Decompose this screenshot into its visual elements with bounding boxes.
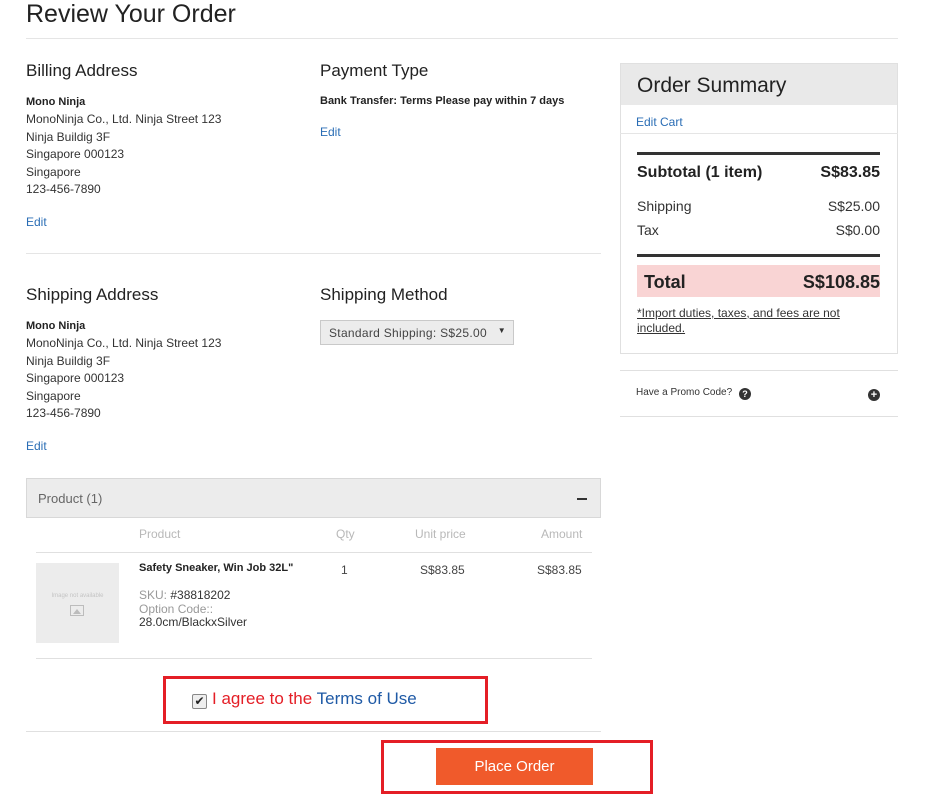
shipping-address-block: MonoNinja Co., Ltd. Ninja Street 123 Nin… [26,335,221,423]
shipping-method-value: Standard Shipping: S$25.00 [329,326,487,340]
product-section-label: Product (1) [38,491,103,506]
option-code-value: 28.0cm/BlackxSilver [139,615,248,629]
order-summary-heading: Order Summary [637,74,787,97]
total-label: Total [644,272,686,292]
image-placeholder-icon [70,605,84,616]
edit-cart-link[interactable]: Edit Cart [636,115,683,129]
billing-line: Singapore 000123 [26,147,125,161]
product-meta: SKU: #38818202 Option Code:: 28.0cm/Blac… [139,588,299,630]
thumbnail-text: Image not available [51,593,104,599]
shipping-edit-link[interactable]: Edit [26,439,47,453]
product-section-header[interactable]: Product (1) [26,478,601,518]
terms-prefix: I agree to the [212,689,317,708]
total-value: S$108.85 [802,272,880,292]
title-divider [26,38,898,39]
shipping-name: Mono Ninja [26,320,86,332]
order-summary-header: Order Summary [621,64,897,105]
table-row-divider [36,658,592,659]
dropdown-arrow-icon: ▼ [497,326,506,335]
product-amount: S$83.85 [537,563,582,577]
summary-total-rule [637,254,880,257]
billing-address-block: MonoNinja Co., Ltd. Ninja Street 123 Nin… [26,111,221,199]
column-header-amount: Amount [541,527,583,541]
subtotal-label: Subtotal (1 item) [637,164,763,181]
import-duties-note[interactable]: *Import duties, taxes, and fees are not … [637,306,877,336]
shipping-address-heading: Shipping Address [26,285,159,304]
collapse-icon[interactable] [577,498,587,500]
product-qty: 1 [341,563,348,577]
tax-value: S$0.00 [835,222,880,238]
column-header-qty: Qty [336,527,355,541]
shipping-line: Singapore [26,388,81,403]
billing-name: Mono Ninja [26,96,86,108]
product-unit-price: S$83.85 [420,563,465,577]
payment-type-value: Bank Transfer: Terms Please pay within 7… [320,95,565,107]
total-row: Total S$108.85 [637,265,880,297]
sku-label: SKU: [139,588,168,602]
shipping-line: Singapore 000123 [26,371,125,385]
table-header-divider [36,552,592,553]
plus-icon[interactable]: + [868,389,880,401]
product-thumbnail[interactable]: Image not available [36,563,119,643]
option-code-label: Option Code:: [139,601,214,616]
section-divider [26,253,601,254]
terms-of-use-link[interactable]: Terms of Use [317,689,417,708]
summary-top-rule [637,152,880,155]
billing-line: MonoNinja Co., Ltd. Ninja Street 123 [26,112,222,126]
promo-bottom-divider [620,416,898,417]
billing-edit-link[interactable]: Edit [26,215,47,229]
billing-line: Ninja Buildig 3F [26,129,111,144]
column-header-unit-price: Unit price [415,527,466,541]
product-name[interactable]: Safety Sneaker, Win Job 32L" [139,562,299,575]
footer-divider [26,731,601,732]
sku-value: #38818202 [170,588,231,602]
summary-divider [620,133,898,134]
billing-line: Singapore [26,164,81,179]
shipping-line: MonoNinja Co., Ltd. Ninja Street 123 [26,336,222,350]
promo-top-divider [620,370,898,371]
shipping-line: Ninja Buildig 3F [26,353,111,368]
terms-agreement-text: I agree to the Terms of Use [212,689,417,709]
billing-line: 123-456-7890 [26,182,101,196]
billing-address-heading: Billing Address [26,61,138,80]
place-order-button[interactable]: Place Order [436,748,593,785]
shipping-method-heading: Shipping Method [320,285,448,304]
shipping-line: 123-456-7890 [26,406,101,420]
promo-code-label[interactable]: Have a Promo Code? [636,387,732,398]
subtotal-value: S$83.85 [820,164,880,181]
shipping-value: S$25.00 [827,198,880,214]
shipping-label: Shipping [637,198,692,214]
payment-edit-link[interactable]: Edit [320,125,341,139]
page-title: Review Your Order [26,0,236,28]
payment-type-heading: Payment Type [320,61,429,80]
tax-label: Tax [637,222,659,238]
question-icon[interactable]: ? [739,388,751,400]
column-header-product: Product [139,527,181,541]
shipping-method-select[interactable]: Standard Shipping: S$25.00 ▼ [320,320,514,345]
terms-checkbox[interactable]: ✔ [192,694,207,709]
